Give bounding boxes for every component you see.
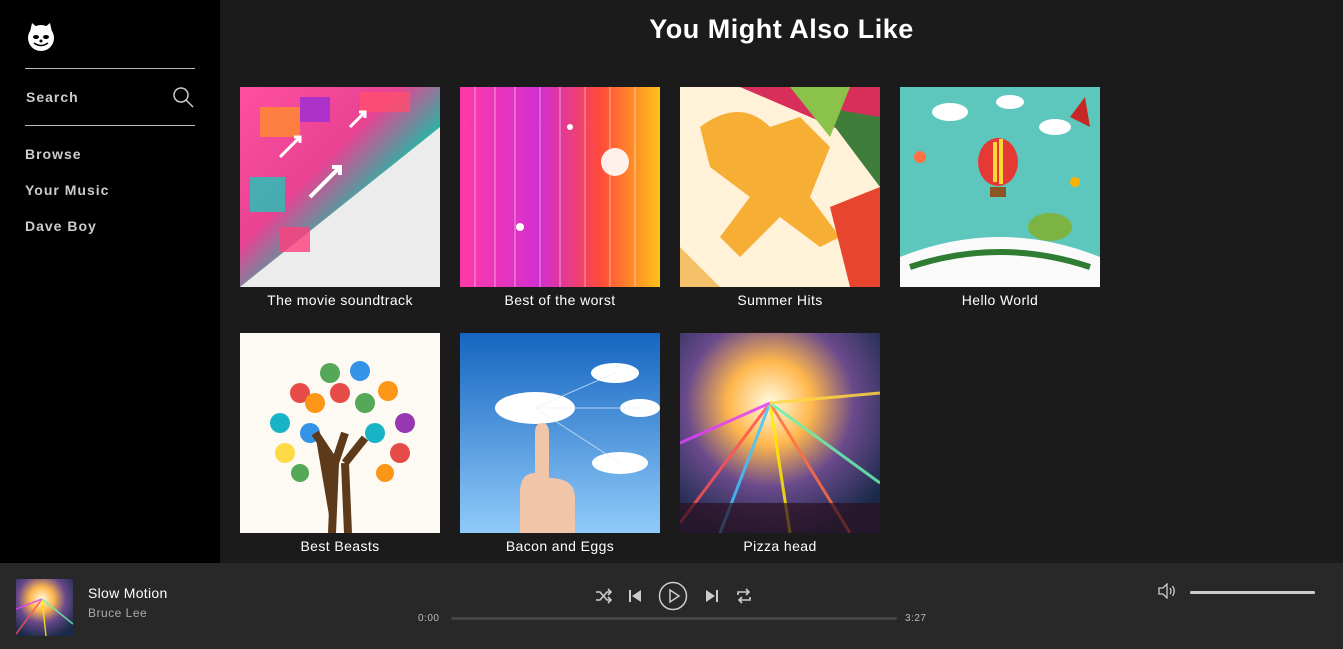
album-card-best-beasts[interactable]: Best Beasts (240, 333, 440, 554)
search-field[interactable]: Search (26, 86, 194, 110)
sidebar-item-browse[interactable]: Browse (25, 145, 109, 181)
now-playing-cover[interactable] (16, 579, 73, 636)
album-title: Bacon and Eggs (505, 538, 615, 554)
album-title: The movie soundtrack (267, 292, 413, 308)
progress-bar[interactable] (451, 617, 897, 620)
now-playing-artist[interactable]: Bruce Lee (88, 606, 147, 620)
now-playing-title[interactable]: Slow Motion (88, 585, 168, 601)
album-title: Best of the worst (504, 292, 616, 308)
page-title: You Might Also Like (649, 14, 914, 44)
album-card-movie-soundtrack[interactable]: The movie soundtrack (240, 87, 440, 308)
search-label: Search (26, 89, 79, 105)
album-cover-image (900, 87, 1100, 287)
album-cover-image (680, 87, 880, 287)
album-title: Best Beasts (300, 538, 380, 554)
cat-face-icon[interactable] (25, 21, 57, 53)
main-content: You Might Also Like The movie soundtrack (220, 0, 1343, 563)
album-cover-image (240, 333, 440, 533)
album-cover-image (680, 333, 880, 533)
search-icon[interactable] (172, 86, 194, 108)
album-cover-image (460, 333, 660, 533)
volume-icon[interactable] (1157, 583, 1177, 599)
player-bar: Slow Motion Bruce Lee 0:00 3:27 (0, 563, 1343, 649)
repeat-icon[interactable] (735, 587, 753, 605)
album-card-bacon-and-eggs[interactable]: Bacon and Eggs (460, 333, 660, 554)
sidebar-divider (25, 125, 195, 126)
album-title: Hello World (961, 292, 1039, 308)
volume-slider[interactable] (1190, 591, 1315, 594)
sidebar: Search Browse Your Music Dave Boy (0, 0, 220, 563)
sidebar-item-dave-boy[interactable]: Dave Boy (25, 217, 109, 253)
sidebar-item-your-music[interactable]: Your Music (25, 181, 109, 217)
album-card-pizza-head[interactable]: Pizza head (680, 333, 880, 554)
shuffle-icon[interactable] (595, 588, 613, 604)
album-title: Summer Hits (737, 292, 823, 308)
album-card-best-of-the-worst[interactable]: Best of the worst (460, 87, 660, 308)
next-icon[interactable] (705, 588, 719, 604)
album-cover-image (460, 87, 660, 287)
volume-fill (1190, 591, 1315, 594)
sidebar-divider (25, 68, 195, 69)
play-icon[interactable] (658, 581, 688, 611)
duration-time: 3:27 (905, 613, 927, 624)
album-card-summer-hits[interactable]: Summer Hits (680, 87, 880, 308)
current-time: 0:00 (418, 613, 440, 624)
album-cover-image (240, 87, 440, 287)
album-card-hello-world[interactable]: Hello World (900, 87, 1100, 308)
sidebar-nav: Browse Your Music Dave Boy (25, 145, 109, 253)
previous-icon[interactable] (628, 588, 642, 604)
album-title: Pizza head (743, 538, 817, 554)
